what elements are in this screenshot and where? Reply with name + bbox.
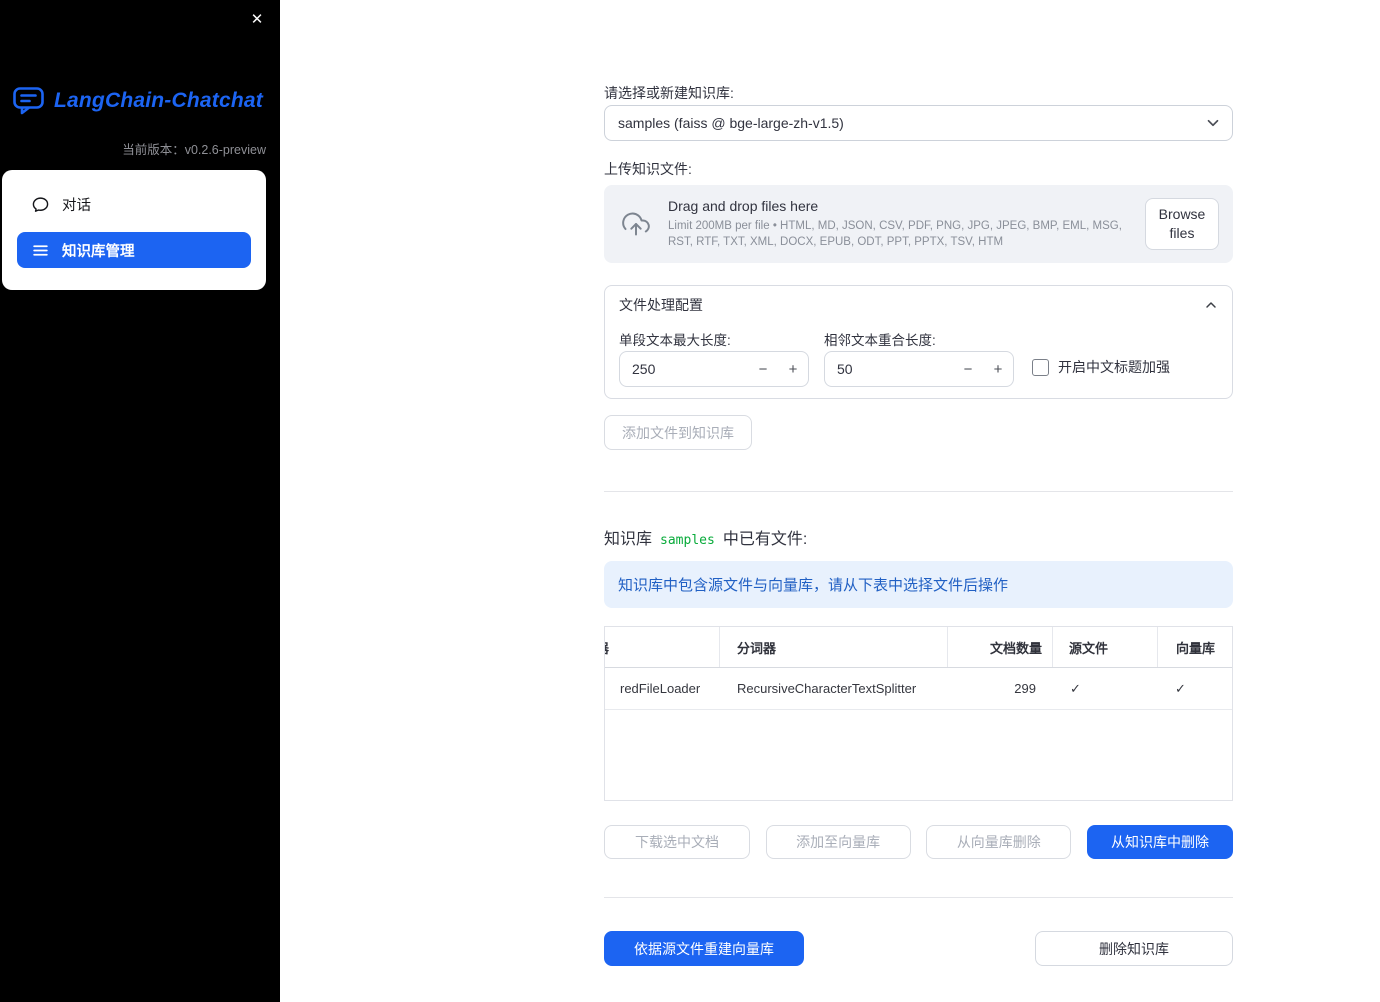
- file-config-expander-header[interactable]: 文件处理配置: [605, 286, 1232, 324]
- table-header-row: 器 分词器 文档数量 源文件 向量库: [605, 627, 1232, 668]
- minus-step-button[interactable]: −: [953, 352, 983, 386]
- kb-select-label: 请选择或新建知识库:: [604, 85, 734, 101]
- cell-vector-check: ✓: [1175, 680, 1186, 696]
- info-banner: 知识库中包含源文件与向量库，请从下表中选择文件后操作: [604, 561, 1233, 608]
- divider: [604, 897, 1233, 898]
- cell-source-check: ✓: [1070, 680, 1081, 696]
- cell-loader: redFileLoader: [620, 681, 701, 696]
- checkbox-box: [1032, 358, 1049, 376]
- knowledge-base-icon: [32, 242, 49, 259]
- max-length-label: 单段文本最大长度:: [619, 333, 731, 348]
- kb-select-value: samples (faiss @ bge-large-zh-v1.5): [618, 115, 844, 131]
- sidebar-item-label: 对话: [62, 197, 91, 214]
- column-header-loader: 器: [605, 627, 720, 667]
- cell-splitter: RecursiveCharacterTextSplitter: [737, 681, 917, 696]
- column-header-vector-store: 向量库: [1176, 640, 1216, 656]
- column-header-splitter: 分词器: [720, 627, 948, 667]
- uploader-drag-text: Drag and drop files here: [668, 197, 819, 214]
- existing-prefix: 知识库: [604, 531, 653, 548]
- app-window: ✕ LangChain-Chatchat 当前版本：v0.2.6-preview: [0, 0, 1380, 1002]
- plus-step-button[interactable]: +: [778, 352, 808, 386]
- column-header-doc-count: 文档数量: [948, 627, 1053, 667]
- rebuild-vector-store-button[interactable]: 依据源文件重建向量库: [604, 931, 804, 966]
- uploader-texts: Drag and drop files here Limit 200MB per…: [668, 198, 1145, 250]
- sidebar-item-knowledge-base[interactable]: 知识库管理: [17, 232, 251, 268]
- file-uploader-dropzone[interactable]: Drag and drop files here Limit 200MB per…: [604, 185, 1233, 263]
- sidebar-item-label: 知识库管理: [62, 243, 135, 260]
- download-selected-button[interactable]: 下载选中文档: [604, 825, 750, 859]
- sidebar-nav: 对话 知识库管理: [2, 170, 266, 290]
- upload-label: 上传知识文件:: [604, 161, 692, 177]
- cloud-upload-icon: [620, 210, 652, 238]
- sidebar-close-button[interactable]: ✕: [244, 6, 270, 32]
- file-config-expander: 文件处理配置 单段文本最大长度: 250 − + 相邻文本重合长度: 50 − …: [604, 285, 1233, 399]
- files-table: 器 分词器 文档数量 源文件 向量库 redFileLoader Recursi…: [604, 626, 1233, 801]
- delete-from-vector-store-button[interactable]: 从向量库删除: [926, 825, 1072, 859]
- kb-select[interactable]: samples (faiss @ bge-large-zh-v1.5): [604, 105, 1233, 141]
- main-content: 请选择或新建知识库: samples (faiss @ bge-large-zh…: [604, 0, 1233, 1002]
- column-header-source-file: 源文件: [1053, 627, 1158, 667]
- info-text: 知识库中包含源文件与向量库，请从下表中选择文件后操作: [618, 577, 1009, 594]
- delete-from-kb-button[interactable]: 从知识库中删除: [1086, 825, 1233, 859]
- kb-name-code: samples: [660, 533, 715, 548]
- expander-title: 文件处理配置: [619, 297, 703, 313]
- sidebar: ✕ LangChain-Chatchat 当前版本：v0.2.6-preview: [0, 0, 280, 1002]
- app-logo: LangChain-Chatchat: [12, 85, 263, 116]
- max-length-value: 250: [632, 361, 656, 377]
- overlap-input[interactable]: 50 − +: [824, 351, 1014, 387]
- sidebar-item-dialogue[interactable]: 对话: [17, 186, 251, 222]
- chevron-up-icon: [1203, 297, 1219, 313]
- chat-logo-icon: [12, 85, 45, 116]
- chevron-down-icon: [1204, 114, 1222, 132]
- table-row[interactable]: redFileLoader RecursiveCharacterTextSpli…: [605, 668, 1232, 710]
- max-length-input[interactable]: 250 − +: [619, 351, 809, 387]
- cell-doc-count: 299: [1014, 681, 1036, 696]
- app-title: LangChain-Chatchat: [54, 88, 263, 112]
- chat-bubble-icon: [32, 196, 49, 213]
- checkbox-label: 开启中文标题加强: [1058, 359, 1170, 375]
- close-icon: ✕: [250, 11, 264, 28]
- uploader-limit-text: Limit 200MB per file • HTML, MD, JSON, C…: [668, 219, 1122, 248]
- add-to-vector-store-button[interactable]: 添加至向量库: [765, 825, 911, 859]
- overlap-label: 相邻文本重合长度:: [824, 333, 936, 348]
- delete-kb-button[interactable]: 删除知识库: [1035, 931, 1233, 966]
- add-files-to-kb-button[interactable]: 添加文件到知识库: [604, 415, 752, 450]
- existing-files-heading: 知识库 samples 中已有文件:: [604, 525, 807, 549]
- plus-step-button[interactable]: +: [983, 352, 1013, 386]
- zh-title-enhance-checkbox[interactable]: 开启中文标题加强: [1032, 357, 1170, 377]
- minus-step-button[interactable]: −: [748, 352, 778, 386]
- divider: [604, 491, 1233, 492]
- file-action-buttons: 下载选中文档 添加至向量库 从向量库删除 从知识库中删除: [604, 825, 1233, 859]
- version-label: 当前版本：v0.2.6-preview: [122, 143, 266, 157]
- browse-files-button[interactable]: Browse files: [1145, 198, 1219, 250]
- overlap-value: 50: [837, 361, 853, 377]
- existing-suffix: 中已有文件:: [722, 531, 808, 548]
